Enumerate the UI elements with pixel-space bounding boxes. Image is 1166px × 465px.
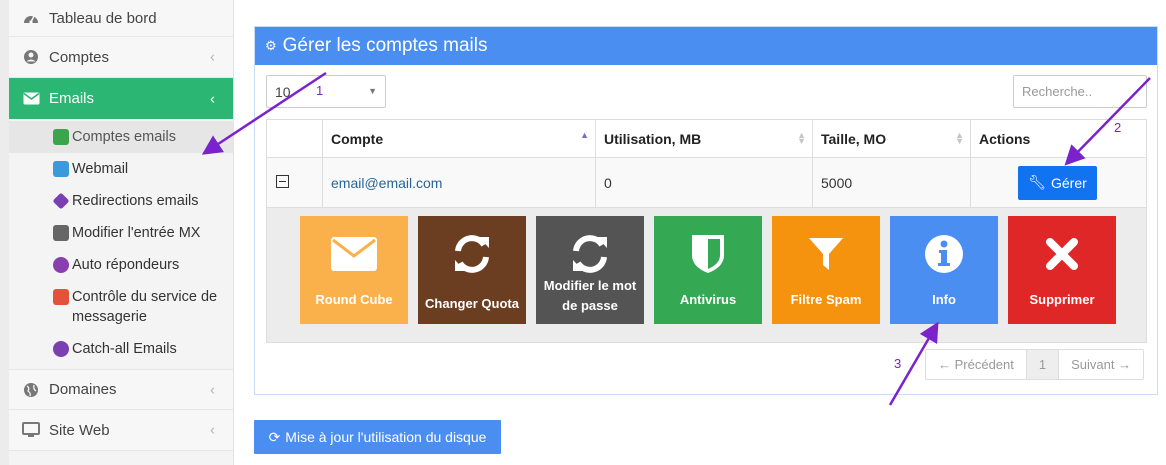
collapse-icon[interactable]: [276, 174, 289, 188]
submenu-item-email-accounts[interactable]: Comptes emails: [9, 121, 233, 153]
annotation-number: 1: [316, 83, 324, 98]
account-link[interactable]: email@email.com: [331, 175, 442, 191]
nav-label: Emails: [49, 90, 95, 107]
email-accounts-panel: ⚙ Gérer les comptes mails 10 ▼ Recherche…: [254, 26, 1158, 395]
wrench-icon: 🔧︎: [1028, 174, 1046, 190]
filter-icon: [772, 232, 880, 276]
manage-button[interactable]: 🔧︎ Gérer: [1018, 165, 1097, 200]
tile-info[interactable]: Info: [890, 216, 998, 324]
chevron-left-icon: ‹: [210, 381, 215, 398]
globe-icon: [21, 382, 41, 398]
actions-cell: 🔧︎ Gérer: [970, 157, 1147, 208]
size-cell: 5000: [812, 157, 971, 208]
search-input[interactable]: Recherche..: [1013, 75, 1147, 108]
next-page-button[interactable]: Suivant →: [1059, 350, 1143, 379]
nav-item-emails[interactable]: Emails ‹: [9, 78, 233, 119]
tile-roundcube[interactable]: Round Cube: [300, 216, 408, 324]
tile-change-quota[interactable]: Changer Quota: [418, 216, 526, 324]
monitor-icon: [21, 422, 41, 438]
table-row: email@email.com 0 5000 🔧︎ Gérer: [266, 157, 1147, 208]
previous-page-button[interactable]: ← Précédent: [926, 350, 1027, 379]
submenu-item-autoresponders[interactable]: Auto répondeurs: [9, 249, 233, 281]
mail-service-icon: [53, 289, 69, 305]
sort-icon: ▲ ▼: [797, 130, 806, 146]
sort-asc-icon: ▲: [580, 130, 589, 140]
email-accounts-icon: [53, 129, 69, 145]
autoresponder-icon: [53, 257, 69, 273]
submenu-item-webmail[interactable]: Webmail: [9, 153, 233, 185]
column-header-size[interactable]: Taille, MO ▲ ▼: [812, 119, 971, 158]
panel-header: ⚙ Gérer les comptes mails: [255, 27, 1157, 65]
pagination: ← Précédent 1 Suivant →: [925, 349, 1145, 380]
tile-delete[interactable]: Supprimer: [1008, 216, 1116, 324]
sidebar: Tableau de bord Comptes ‹ Emails ‹ Compt…: [0, 0, 234, 465]
submenu-item-mx[interactable]: Modifier l'entrée MX: [9, 217, 233, 249]
nav-label: Site Web: [49, 421, 110, 439]
webmail-icon: [53, 161, 69, 177]
account-actions-area: Round Cube Changer Quota Modifier le mot…: [266, 208, 1147, 343]
shield-icon: [654, 232, 762, 276]
info-icon: [890, 232, 998, 276]
tile-change-password[interactable]: Modifier le mot de passe: [536, 216, 644, 324]
nav-item-dashboard[interactable]: Tableau de bord: [9, 0, 233, 37]
update-disk-usage-button[interactable]: ⟳ Mise à jour l'utilisation du disque: [254, 420, 501, 454]
envelope-icon: [21, 91, 41, 107]
page-length-select[interactable]: 10 ▼: [266, 75, 386, 108]
sort-icon: ▲ ▼: [955, 130, 964, 146]
refresh-icon: [418, 232, 526, 276]
envelope-icon: [300, 232, 408, 276]
email-submenu: Comptes emails Webmail Redirections emai…: [9, 119, 233, 369]
nav-item-domains[interactable]: Domaines ‹: [9, 369, 233, 410]
tile-antivirus[interactable]: Antivirus: [654, 216, 762, 324]
tile-spam-filter[interactable]: Filtre Spam: [772, 216, 880, 324]
mx-icon: [53, 225, 69, 241]
submenu-item-forwarders[interactable]: Redirections emails: [9, 185, 233, 217]
column-header-account[interactable]: Compte ▲: [322, 119, 596, 158]
chevron-left-icon: ‹: [210, 421, 215, 439]
accounts-table: Compte ▲ Utilisation, MB ▲ ▼ Taille, MO ▲…: [266, 119, 1147, 208]
account-cell: email@email.com: [322, 157, 596, 208]
chevron-left-icon: ‹: [210, 48, 215, 66]
dashboard-icon: [21, 10, 41, 26]
nav-label: Comptes: [49, 48, 110, 66]
annotation-number: 3: [894, 356, 902, 371]
page-number[interactable]: 1: [1026, 350, 1060, 379]
usage-cell: 0: [595, 157, 813, 208]
nav-item-accounts[interactable]: Comptes ‹: [9, 37, 233, 78]
account-icon: [21, 49, 41, 65]
refresh-icon: ⟳: [268, 428, 281, 445]
submenu-item-mail-service[interactable]: Contrôle du service de messagerie: [9, 281, 233, 333]
page-title: Gérer les comptes mails: [282, 35, 488, 56]
row-toggle-cell[interactable]: [266, 157, 323, 208]
column-header-usage[interactable]: Utilisation, MB ▲ ▼: [595, 119, 813, 158]
column-header-toggle: [266, 119, 323, 158]
caret-down-icon: ▼: [368, 86, 377, 96]
submenu-item-catch-all[interactable]: Catch-all Emails: [9, 333, 233, 365]
forward-icon: [52, 192, 70, 210]
chevron-left-icon: ‹: [210, 90, 215, 107]
catch-all-icon: [53, 341, 69, 357]
nav-label: Tableau de bord: [49, 9, 157, 27]
gears-icon: ⚙: [265, 38, 277, 53]
nav-label: Domaines: [49, 381, 117, 398]
close-icon: [1008, 232, 1116, 276]
annotation-number: 2: [1114, 120, 1122, 135]
refresh-icon: [536, 232, 644, 276]
nav-item-website[interactable]: Site Web ‹: [9, 410, 233, 451]
